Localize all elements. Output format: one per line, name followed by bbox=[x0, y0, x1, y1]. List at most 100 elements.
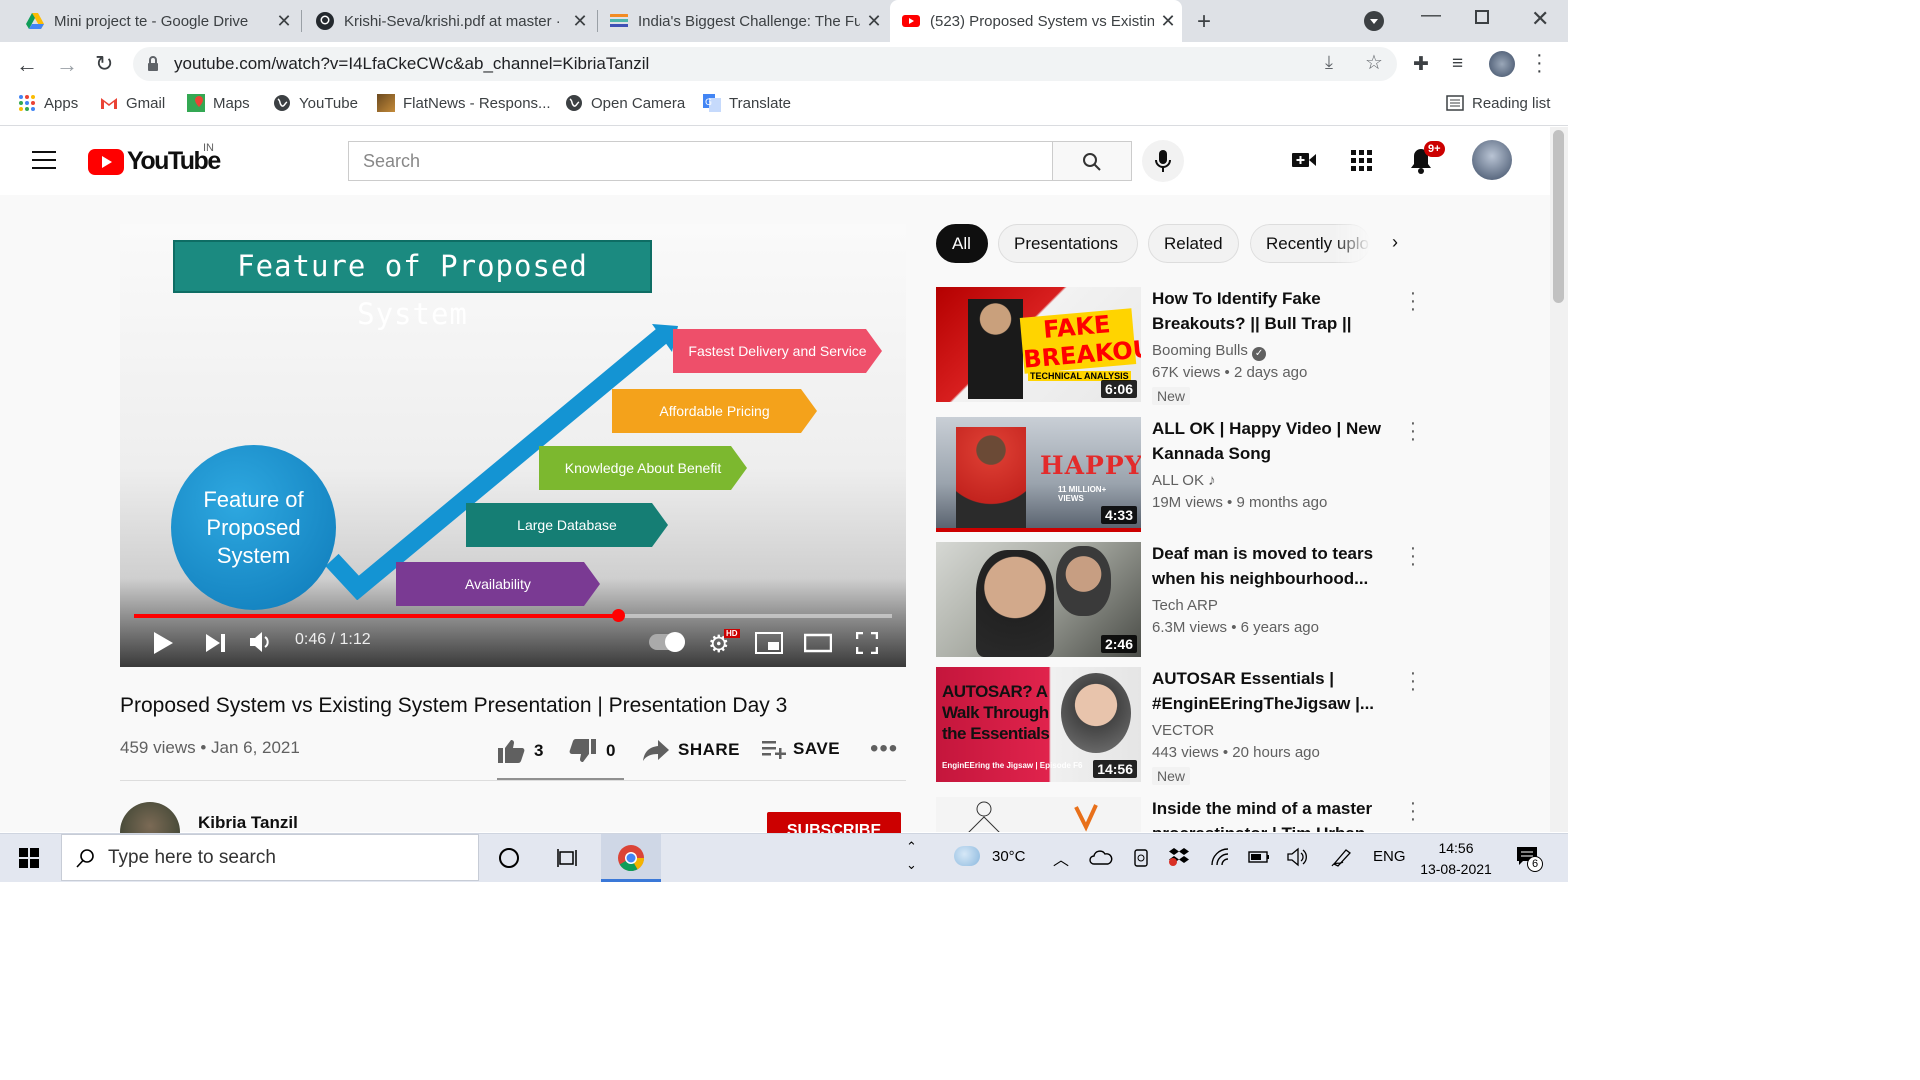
more-actions-icon[interactable]: ••• bbox=[870, 735, 898, 763]
recommendation-title[interactable]: AUTOSAR Essentials | #EnginEEringTheJigs… bbox=[1152, 667, 1400, 716]
reading-list-button[interactable]: Reading list bbox=[1446, 86, 1550, 120]
bookmark-youtube[interactable]: YouTube bbox=[273, 86, 358, 120]
tab-google-drive[interactable]: Mini project te - Google Drive ✕ bbox=[14, 0, 298, 42]
tab-india-challenge[interactable]: India's Biggest Challenge: The Fu ✕ bbox=[598, 0, 888, 42]
back-arrow-icon[interactable]: ← bbox=[16, 52, 38, 78]
taskbar-scroll-arrows[interactable]: ⌃ ⌄ bbox=[906, 838, 917, 874]
like-button[interactable]: 3 bbox=[497, 738, 543, 764]
bookmark-apps[interactable]: Apps bbox=[18, 86, 78, 120]
close-tab-icon[interactable]: ✕ bbox=[1154, 11, 1182, 32]
bookmark-star-icon[interactable]: ☆ bbox=[1365, 50, 1383, 75]
input-language[interactable]: ENG bbox=[1373, 848, 1406, 865]
recommendation-channel[interactable]: VECTOR bbox=[1152, 722, 1214, 739]
recommendation-item[interactable]: 2:46 Deaf man is moved to tears when his… bbox=[936, 538, 1416, 662]
more-options-icon[interactable]: · · · bbox=[1406, 538, 1420, 574]
wifi-icon[interactable] bbox=[1210, 848, 1230, 866]
battery-icon[interactable] bbox=[1248, 851, 1270, 863]
cortana-icon[interactable] bbox=[499, 848, 519, 868]
tab-search-icon[interactable] bbox=[1364, 11, 1384, 31]
recommendation-channel[interactable]: Booming Bulls ✓ bbox=[1152, 342, 1267, 361]
bookmark-gmail[interactable]: Gmail bbox=[100, 86, 165, 120]
media-control-icon[interactable]: ≡ bbox=[1452, 53, 1463, 75]
video-thumbnail[interactable]: AUTOSAR? A Walk Through the Essentials E… bbox=[936, 667, 1141, 782]
theater-mode-icon[interactable] bbox=[804, 633, 832, 653]
install-app-icon[interactable]: ⤓ bbox=[1325, 52, 1333, 73]
weather-icon[interactable] bbox=[954, 846, 980, 866]
recommendation-item[interactable]: FAKE BREAKOUTS TECHNICAL ANALYSIS 6:06 H… bbox=[936, 283, 1416, 407]
tab-youtube-active[interactable]: (523) Proposed System vs Existing ✕ bbox=[890, 0, 1182, 42]
windows-start-icon[interactable] bbox=[19, 848, 39, 868]
recommendation-channel[interactable]: ALL OK ♪ bbox=[1152, 472, 1216, 489]
task-view-icon[interactable] bbox=[557, 847, 579, 869]
play-icon[interactable] bbox=[152, 631, 174, 655]
chip-recently-uploaded[interactable]: Recently uploaded bbox=[1250, 224, 1370, 263]
voice-search-button[interactable] bbox=[1142, 140, 1184, 182]
taskbar-chrome-button[interactable] bbox=[601, 834, 661, 882]
video-thumbnail[interactable]: FAKE BREAKOUTS TECHNICAL ANALYSIS 6:06 bbox=[936, 287, 1141, 402]
next-video-icon[interactable] bbox=[205, 633, 227, 653]
chevron-right-icon[interactable]: › bbox=[1392, 232, 1398, 253]
progress-scrubber-handle[interactable] bbox=[612, 609, 625, 622]
video-thumbnail[interactable]: HAPPY 11 MILLION+ VIEWS 4:33 bbox=[936, 417, 1141, 532]
minimize-icon[interactable]: — bbox=[1421, 4, 1441, 27]
close-tab-icon[interactable]: ✕ bbox=[270, 11, 298, 32]
scrollbar-thumb[interactable] bbox=[1553, 130, 1564, 303]
volume-icon[interactable] bbox=[249, 631, 273, 653]
show-hidden-icons-chevron-icon[interactable]: ︿ bbox=[1053, 846, 1069, 870]
speaker-volume-icon[interactable] bbox=[1287, 847, 1309, 867]
more-options-icon[interactable]: · · · bbox=[1406, 797, 1416, 829]
recommendation-title[interactable]: How To Identify Fake Breakouts? || Bull … bbox=[1152, 287, 1400, 336]
settings-button[interactable]: ⚙ HD bbox=[708, 629, 740, 659]
device-icon[interactable] bbox=[1132, 848, 1150, 868]
bookmark-maps[interactable]: Maps bbox=[187, 86, 250, 120]
bookmark-translate[interactable]: G Translate bbox=[703, 86, 791, 120]
extensions-icon[interactable]: ✚ bbox=[1413, 53, 1429, 76]
save-button[interactable]: SAVE bbox=[761, 738, 840, 760]
more-options-icon[interactable]: · · · bbox=[1406, 283, 1420, 319]
weather-temperature[interactable]: 30°C bbox=[992, 848, 1026, 865]
action-center-button[interactable]: 6 bbox=[1516, 846, 1543, 872]
subscribe-button[interactable]: SUBSCRIBE bbox=[767, 812, 901, 834]
pen-workspace-icon[interactable] bbox=[1331, 847, 1353, 867]
recommendation-item[interactable]: HAPPY 11 MILLION+ VIEWS 4:33 ALL OK | Ha… bbox=[936, 413, 1416, 537]
close-window-icon[interactable]: ✕ bbox=[1531, 6, 1549, 32]
video-thumbnail[interactable] bbox=[936, 797, 1141, 832]
chip-related[interactable]: Related bbox=[1148, 224, 1239, 263]
reload-icon[interactable]: ↻ bbox=[95, 51, 113, 77]
recommendation-title[interactable]: Inside the mind of a master procrastinat… bbox=[1152, 797, 1400, 832]
taskbar-search-box[interactable]: Type here to search bbox=[61, 834, 479, 881]
autoplay-toggle[interactable] bbox=[649, 632, 685, 652]
more-options-icon[interactable]: · · · bbox=[1406, 663, 1420, 699]
recommendation-item[interactable]: Inside the mind of a master procrastinat… bbox=[936, 797, 1416, 832]
close-tab-icon[interactable]: ✕ bbox=[566, 11, 594, 32]
address-bar[interactable]: youtube.com/watch?v=I4LfaCkeCWc&ab_chann… bbox=[133, 47, 1397, 81]
hamburger-menu-icon[interactable] bbox=[32, 151, 56, 169]
onedrive-cloud-icon[interactable] bbox=[1089, 849, 1113, 865]
fullscreen-icon[interactable] bbox=[856, 632, 878, 654]
share-button[interactable]: SHARE bbox=[642, 738, 740, 762]
restore-icon[interactable] bbox=[1475, 10, 1489, 24]
close-tab-icon[interactable]: ✕ bbox=[860, 11, 888, 32]
recommendation-channel[interactable]: Tech ARP bbox=[1152, 597, 1218, 614]
bookmark-open-camera[interactable]: Open Camera bbox=[565, 86, 685, 120]
dropbox-icon[interactable] bbox=[1168, 847, 1190, 867]
recommendation-title[interactable]: Deaf man is moved to tears when his neig… bbox=[1152, 542, 1400, 591]
channel-name[interactable]: Kibria Tanzil bbox=[198, 813, 298, 833]
chip-all[interactable]: All bbox=[936, 224, 988, 263]
video-thumbnail[interactable]: 2:46 bbox=[936, 542, 1141, 657]
profile-avatar[interactable] bbox=[1489, 51, 1515, 77]
bookmark-flatnews[interactable]: FlatNews - Respons... bbox=[377, 86, 551, 120]
new-tab-button[interactable]: + bbox=[1197, 8, 1211, 36]
account-avatar[interactable] bbox=[1472, 140, 1512, 180]
recommendation-item[interactable]: AUTOSAR? A Walk Through the Essentials E… bbox=[936, 663, 1416, 787]
chrome-menu-icon[interactable]: · · · bbox=[1536, 45, 1543, 81]
chip-presentations[interactable]: Presentations bbox=[998, 224, 1138, 263]
forward-arrow-icon[interactable]: → bbox=[56, 52, 78, 78]
recommendation-title[interactable]: ALL OK | Happy Video | New Kannada Song bbox=[1152, 417, 1400, 466]
notifications-button[interactable]: 9+ bbox=[1408, 141, 1445, 177]
create-video-icon[interactable] bbox=[1291, 150, 1317, 170]
more-options-icon[interactable]: · · · bbox=[1406, 413, 1420, 449]
youtube-logo[interactable]: YouTube bbox=[88, 147, 221, 176]
taskbar-clock[interactable]: 14:56 13-08-2021 bbox=[1416, 838, 1496, 880]
tab-github[interactable]: Krishi-Seva/krishi.pdf at master · ✕ bbox=[304, 0, 594, 42]
